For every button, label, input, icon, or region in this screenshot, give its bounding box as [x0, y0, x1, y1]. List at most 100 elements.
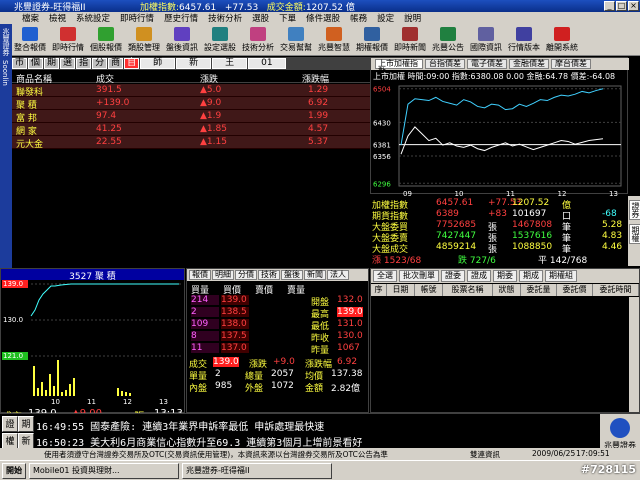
news-btn-news[interactable]: 新: [18, 433, 34, 449]
order-tab[interactable]: 期委: [493, 270, 517, 282]
quote-row[interactable]: 富 邦 97.4 ▲1.9 1.99: [12, 110, 370, 124]
order-col[interactable]: 日期: [387, 284, 415, 296]
toolbar-button[interactable]: 個股報價: [88, 25, 124, 55]
close-button[interactable]: ×: [628, 1, 639, 11]
quote-tab[interactable]: 指: [76, 58, 92, 69]
order-tab[interactable]: 證委: [441, 270, 465, 282]
menu-item[interactable]: 技術分析: [208, 12, 242, 24]
order-col[interactable]: 委託量: [521, 284, 557, 296]
menu-item[interactable]: 系統設定: [76, 12, 110, 24]
stat-value: 1067: [337, 343, 360, 353]
order-tab[interactable]: 期權組: [545, 270, 577, 282]
menu-item[interactable]: 下單: [279, 12, 296, 24]
quote-tab[interactable]: 分: [92, 58, 108, 69]
minimize-button[interactable]: _: [604, 1, 615, 11]
menu-item[interactable]: 選股: [252, 12, 269, 24]
toolbar-button[interactable]: 期權報價: [354, 25, 390, 55]
stat-value: 139.0: [337, 307, 363, 317]
order-scrollbar[interactable]: [629, 297, 639, 412]
quote-tab[interactable]: 商: [108, 58, 124, 69]
fivelvl-tab[interactable]: 分價: [235, 270, 257, 280]
toolbar-button[interactable]: 技術分析: [240, 25, 276, 55]
quote-change: ▲1.85: [200, 124, 227, 134]
toolbar-button[interactable]: 離開系統: [544, 25, 580, 55]
news-btn-options[interactable]: 權: [2, 433, 18, 449]
fivelvl-tab[interactable]: 法人: [327, 270, 349, 280]
quote-tab[interactable]: 選: [60, 58, 76, 69]
menu-item[interactable]: 檢視: [49, 12, 66, 24]
fivelvl-tab[interactable]: 新聞: [304, 270, 326, 280]
toolbar-button[interactable]: 國際資訊: [468, 25, 504, 55]
quote-tab[interactable]: 師: [140, 58, 176, 69]
chart-tab[interactable]: 台指價差: [425, 59, 465, 69]
fivelvl-tab[interactable]: 報價: [189, 270, 211, 280]
order-tab[interactable]: 期成: [519, 270, 543, 282]
quote-tab[interactable]: 個: [28, 58, 44, 69]
trade-row: 成交 139.0 漲跌 +9.0 漲跌幅 6.92: [187, 357, 368, 370]
chart-tab[interactable]: 摩台價差: [551, 59, 591, 69]
pct-value: 6.92: [337, 357, 358, 367]
toolbar-button[interactable]: 交易幫幫: [278, 25, 314, 55]
menu-item[interactable]: 條件選股: [306, 12, 340, 24]
toolbar-button[interactable]: 即時新聞: [392, 25, 428, 55]
toolbar-button[interactable]: 盤後資訊: [164, 25, 200, 55]
side-tab-futures[interactable]: 期權: [629, 224, 640, 244]
quote-tab[interactable]: 新: [176, 58, 212, 69]
start-button[interactable]: 開始: [2, 462, 26, 479]
quote-row[interactable]: 聯發科 391.5 ▲5.0 1.29: [12, 84, 370, 98]
order-col[interactable]: 委託時間: [593, 284, 639, 296]
order-col[interactable]: 帳號: [415, 284, 443, 296]
series-line-1: [400, 126, 604, 155]
chart-info: 上市加權 時間:09:00 指數:6380.08 0.00 金融:64.78 價…: [373, 72, 616, 81]
toolbar-button[interactable]: 行情版本: [506, 25, 542, 55]
order-tab[interactable]: 證成: [467, 270, 491, 282]
quote-row[interactable]: 網 家 41.25 ▲1.85 4.57: [12, 123, 370, 137]
toolbar-button[interactable]: 設定選股: [202, 25, 238, 55]
menu-item[interactable]: 歷史行情: [164, 12, 198, 24]
menu-item[interactable]: 檔案: [22, 12, 39, 24]
news-btn-securities[interactable]: 證: [2, 416, 18, 432]
toolbar-button[interactable]: 類股管理: [126, 25, 162, 55]
order-col[interactable]: 委託價: [557, 284, 593, 296]
price-line: [30, 283, 179, 317]
quote-row[interactable]: 元大金 22.55 ▲1.15 5.37: [12, 136, 370, 150]
toolbar-button[interactable]: 兆豐公告: [430, 25, 466, 55]
menu-item[interactable]: 說明: [404, 12, 421, 24]
quote-tab[interactable]: 市: [12, 58, 28, 69]
toolbar-button[interactable]: 整合報價: [12, 25, 48, 55]
task-browser[interactable]: Mobile01 投資與理財...: [29, 462, 179, 479]
order-col[interactable]: 狀態: [493, 284, 521, 296]
news-line[interactable]: 16:50:23 美大利6月商業信心指數升至69.3 連續第3個月上增前景看好: [36, 434, 362, 449]
menu-item[interactable]: 帳務: [350, 12, 367, 24]
toolbar-button[interactable]: 兆豐智慧: [316, 25, 352, 55]
market-row: 加權指數 6457.61 +77.53 1207.52 億: [372, 198, 626, 211]
order-col[interactable]: 序: [371, 284, 387, 296]
order-tab[interactable]: 全選: [373, 270, 397, 282]
market-cell: 6389: [436, 209, 459, 219]
news-btn-futures[interactable]: 期: [18, 416, 34, 432]
chart-tab[interactable]: 電子價差: [467, 59, 507, 69]
quote-row[interactable]: 聚 積 +139.0 ▲9.0 6.92: [12, 97, 370, 111]
quote-tab[interactable]: 王: [212, 58, 248, 69]
toolbar-button[interactable]: 即時行情: [50, 25, 86, 55]
toolbar-icon: [440, 27, 456, 41]
quote-tab[interactable]: 期: [44, 58, 60, 69]
market-cell: 平 142/768: [538, 256, 588, 266]
maximize-button[interactable]: □: [616, 1, 627, 11]
task-app[interactable]: 兆豐證券-旺得福II: [182, 462, 332, 479]
bid-qty: 214: [191, 295, 219, 305]
order-col[interactable]: 股票名稱: [443, 284, 493, 296]
fivelvl-tab[interactable]: 盤後: [281, 270, 303, 280]
news-line[interactable]: 16:49:55 國泰產險: 連續3年業界申訴率最低 申訴處理最快速: [36, 418, 324, 433]
quote-tab[interactable]: 01: [248, 58, 286, 69]
toolbar-icon: [174, 27, 190, 41]
order-tab[interactable]: 批次刪單: [399, 270, 439, 282]
side-tab-securities[interactable]: 證券: [629, 200, 640, 220]
menu-item[interactable]: 設定: [377, 12, 394, 24]
index-selector[interactable]: 上市加權指數: [375, 59, 423, 76]
chart-tab[interactable]: 金融價差: [509, 59, 549, 69]
fivelvl-tab[interactable]: 明細: [212, 270, 234, 280]
menu-item[interactable]: 即時行情: [120, 12, 154, 24]
fivelvl-tab[interactable]: 技術: [258, 270, 280, 280]
quote-tab[interactable]: 自: [124, 58, 140, 69]
